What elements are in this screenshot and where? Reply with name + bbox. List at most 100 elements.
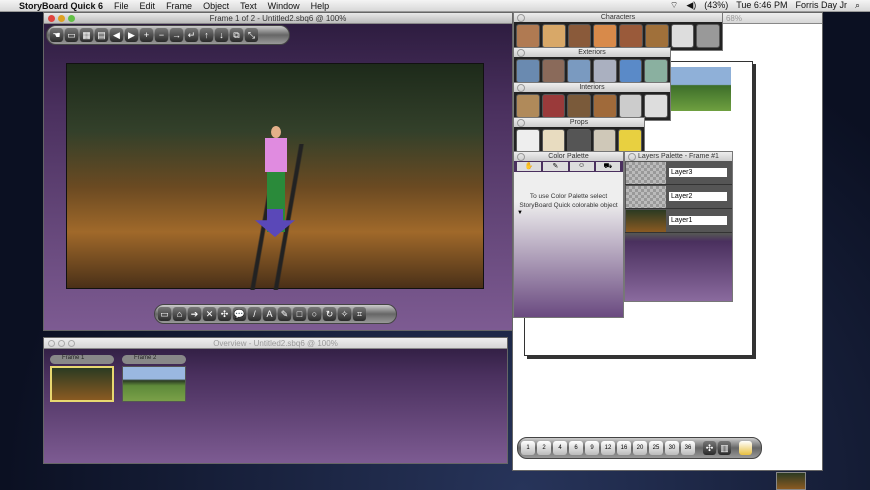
character-thumb[interactable] xyxy=(541,24,566,48)
layout-30[interactable]: 30 xyxy=(665,441,679,455)
exterior-thumb[interactable] xyxy=(593,59,617,83)
fill-tab-icon[interactable]: ✋ xyxy=(517,162,542,171)
close-button[interactable] xyxy=(48,15,55,22)
character-thumb[interactable] xyxy=(567,24,592,48)
pencil-tab-icon[interactable]: ✎ xyxy=(543,162,568,171)
layout-20[interactable]: 20 xyxy=(633,441,647,455)
wifi-icon[interactable]: ⌔ xyxy=(670,0,678,11)
layer-row[interactable]: Layer2 xyxy=(625,185,732,209)
character-thumb[interactable] xyxy=(516,24,540,48)
prop-thumb[interactable] xyxy=(516,129,540,153)
ungroup-icon[interactable]: ⤡ xyxy=(245,28,258,42)
spotlight-icon[interactable]: ⌕ xyxy=(855,0,860,11)
prop-thumb[interactable] xyxy=(592,129,617,153)
send-back-icon[interactable]: ↓ xyxy=(215,28,228,42)
layout-9[interactable]: 9 xyxy=(585,441,599,455)
user-name[interactable]: Forris Day Jr xyxy=(795,0,847,11)
clock[interactable]: Tue 6:46 PM xyxy=(736,0,787,11)
next-frame-icon[interactable]: ▶ xyxy=(125,28,138,42)
character-thumb[interactable] xyxy=(696,24,720,48)
menu-frame[interactable]: Frame xyxy=(166,1,192,11)
filmstrip-icon[interactable]: ▥ xyxy=(718,441,731,455)
character-thumb[interactable] xyxy=(644,24,669,48)
interior-thumb[interactable] xyxy=(593,94,617,118)
zoom-button[interactable] xyxy=(68,15,75,22)
layout-36[interactable]: 36 xyxy=(681,441,695,455)
frame-1-thumbnail[interactable] xyxy=(50,366,114,402)
bring-forward-icon[interactable]: ↑ xyxy=(200,28,213,42)
interior-thumb[interactable] xyxy=(516,94,540,118)
arrange-icon[interactable]: ✣ xyxy=(703,441,716,455)
group-icon[interactable]: ⧉ xyxy=(230,28,243,42)
exterior-thumb[interactable] xyxy=(516,59,540,83)
interior-thumb[interactable] xyxy=(644,94,669,118)
menu-edit[interactable]: Edit xyxy=(140,1,156,11)
menu-help[interactable]: Help xyxy=(311,1,330,11)
effects-icon[interactable]: ✧ xyxy=(338,307,351,321)
frame-canvas[interactable] xyxy=(66,63,484,290)
arrow-icon[interactable]: ➔ xyxy=(188,307,201,321)
ellipse-tool-icon[interactable]: ○ xyxy=(308,307,321,321)
speech-bubble-icon[interactable]: 💬 xyxy=(233,307,246,321)
hat-icon[interactable]: ⌂ xyxy=(173,307,186,321)
layout-12[interactable]: 12 xyxy=(601,441,615,455)
menu-file[interactable]: File xyxy=(114,1,129,11)
menu-object[interactable]: Object xyxy=(203,1,229,11)
crop-icon[interactable]: ⌗ xyxy=(353,307,366,321)
frame-1-label[interactable]: Frame 1 xyxy=(50,355,114,364)
background-icon[interactable]: ▭ xyxy=(158,307,171,321)
menu-text[interactable]: Text xyxy=(240,1,257,11)
frame-view-icon[interactable]: ▭ xyxy=(65,28,78,42)
interior-thumb[interactable] xyxy=(567,94,592,118)
minimize-button[interactable] xyxy=(58,15,65,22)
dropdown-arrow-icon[interactable]: ▼ xyxy=(514,210,623,216)
flip-icon[interactable]: → xyxy=(170,28,183,42)
shrink-icon[interactable]: ✕ xyxy=(203,307,216,321)
exterior-thumb[interactable] xyxy=(644,59,669,83)
character-thumb[interactable] xyxy=(670,24,695,48)
return-icon[interactable]: ↵ xyxy=(185,28,198,42)
layout-2[interactable]: 2 xyxy=(537,441,551,455)
text-tool-icon[interactable]: A xyxy=(263,307,276,321)
add-frame-icon[interactable]: + xyxy=(140,28,153,42)
prop-thumb[interactable] xyxy=(567,129,591,153)
page-view-icon[interactable]: ▤ xyxy=(95,28,108,42)
pointer-tool-icon[interactable]: ☚ xyxy=(50,28,63,42)
layout-4[interactable]: 4 xyxy=(553,441,567,455)
layer-row[interactable]: Layer1 xyxy=(625,209,732,233)
battery-status[interactable]: (43%) xyxy=(704,0,728,11)
page-setup-icon[interactable] xyxy=(739,441,752,455)
layer-row[interactable]: Layer3 xyxy=(625,161,732,185)
layer-name[interactable]: Layer1 xyxy=(669,216,727,225)
prev-frame-icon[interactable]: ◀ xyxy=(110,28,123,42)
layer-name[interactable]: Layer2 xyxy=(669,192,727,201)
volume-icon[interactable]: ◀) xyxy=(686,0,696,11)
layout-25[interactable]: 25 xyxy=(649,441,663,455)
layout-1[interactable]: 1 xyxy=(521,441,535,455)
grid-view-icon[interactable]: ▦ xyxy=(80,28,93,42)
character-thumb[interactable] xyxy=(593,24,617,48)
remove-frame-icon[interactable]: − xyxy=(155,28,168,42)
frame-thumbnail[interactable] xyxy=(671,67,731,111)
interior-thumb[interactable] xyxy=(541,94,566,118)
prop-thumb[interactable] xyxy=(541,129,566,153)
character-thumb[interactable] xyxy=(619,24,643,48)
exterior-thumb[interactable] xyxy=(618,59,643,83)
layout-6[interactable]: 6 xyxy=(569,441,583,455)
car-tab-icon[interactable]: ⛟ xyxy=(595,162,620,171)
frame-2-label[interactable]: Frame 2 xyxy=(122,355,186,364)
rotate-icon[interactable]: ↻ xyxy=(323,307,336,321)
exterior-thumb[interactable] xyxy=(567,59,592,83)
line-tool-icon[interactable]: / xyxy=(248,307,261,321)
layer-name[interactable]: Layer3 xyxy=(669,168,727,177)
face-tab-icon[interactable]: ☺ xyxy=(569,162,594,171)
prop-thumb[interactable] xyxy=(618,129,642,153)
rectangle-tool-icon[interactable]: □ xyxy=(293,307,306,321)
frame-2-thumbnail[interactable] xyxy=(122,366,186,402)
layout-16[interactable]: 16 xyxy=(617,441,631,455)
dock-thumbnail[interactable] xyxy=(776,472,806,490)
menu-window[interactable]: Window xyxy=(268,1,300,11)
pen-tool-icon[interactable]: ✎ xyxy=(278,307,291,321)
expand-icon[interactable]: ✣ xyxy=(218,307,231,321)
exterior-thumb[interactable] xyxy=(541,59,566,83)
